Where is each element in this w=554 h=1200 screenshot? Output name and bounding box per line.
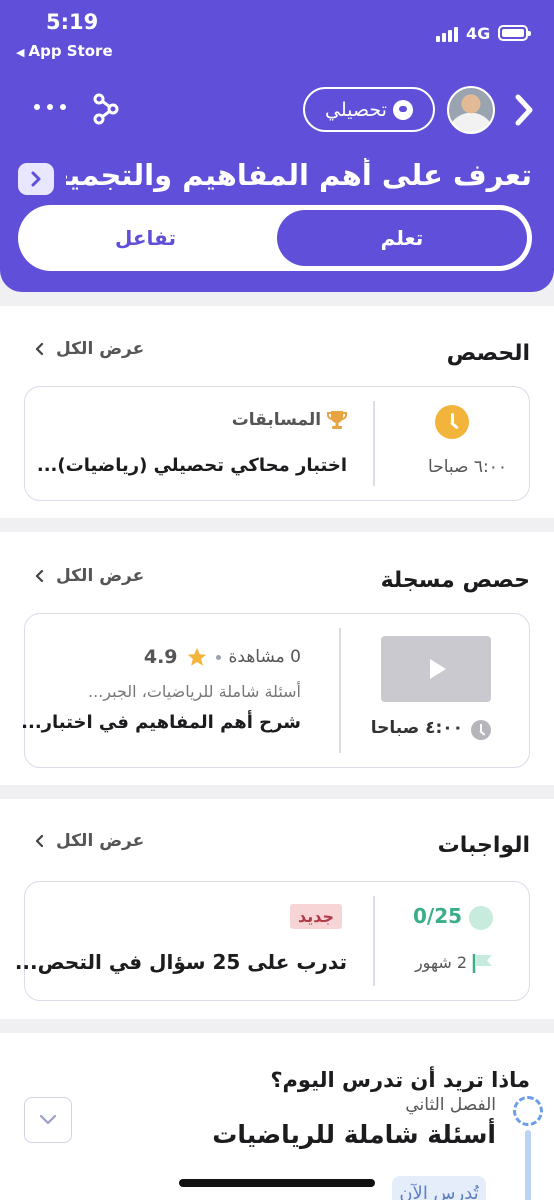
- recorded-time: ٤:٠٠ صباحا: [370, 718, 463, 738]
- classes-section: الحصص عرض الكل ٦:٠٠ صباحا المسابقات اختب…: [0, 306, 554, 518]
- class-time: ٦:٠٠ صباحا: [428, 457, 507, 477]
- class-card[interactable]: ٦:٠٠ صباحا المسابقات اختبار محاكي تحصيلي…: [24, 386, 530, 501]
- chevron-right-icon: [31, 171, 41, 187]
- back-triangle-icon: ◀: [16, 46, 25, 59]
- section-title: الواجبات: [437, 833, 530, 858]
- trophy-icon: [327, 411, 347, 429]
- tab-interact[interactable]: تفاعل: [18, 205, 273, 271]
- study-today-section: [0, 1033, 554, 1200]
- section-title: الحصص: [446, 341, 530, 366]
- video-thumbnail[interactable]: [381, 636, 491, 702]
- timeline-line: [525, 1130, 531, 1200]
- more-dot-icon: [47, 104, 53, 110]
- recorded-meta: 0 مشاهدة 4.9: [144, 646, 301, 668]
- class-category: المسابقات: [232, 409, 347, 431]
- clock-icon: [435, 405, 469, 439]
- network-type: 4G: [466, 24, 491, 43]
- views-count: 0 مشاهدة: [228, 647, 301, 667]
- play-icon: [430, 659, 446, 679]
- timeline-marker-icon: [513, 1096, 543, 1126]
- category-label: المسابقات: [231, 410, 322, 430]
- recorded-card[interactable]: ٤:٠٠ صباحا 0 مشاهدة 4.9 أسئلة شاملة للري…: [21, 613, 530, 768]
- header: 5:19 ◀ App Store 4G تحصيلي تعرف على أهم ا…: [0, 0, 554, 292]
- avatar[interactable]: [447, 86, 495, 134]
- tab-switcher: تفاعل تعلم: [18, 205, 532, 271]
- view-all-link[interactable]: عرض الكل: [34, 566, 144, 586]
- section-title: حصص مسجلة: [380, 568, 530, 593]
- back-to-app-store[interactable]: ◀ App Store: [16, 42, 113, 60]
- view-all-label: عرض الكل: [56, 831, 145, 851]
- progress-circle-icon: [469, 906, 493, 930]
- homework-name: تدرب على 25 سؤال في التحص...: [14, 950, 347, 974]
- back-chevron-icon[interactable]: [508, 92, 538, 128]
- subject-chip-label: تحصيلي: [325, 98, 387, 121]
- homework-section: الواجبات عرض الكل 0/25 2 شهور جديد تدرب …: [0, 799, 554, 1019]
- more-dot-icon: [60, 104, 66, 110]
- chevron-left-icon: [35, 570, 44, 582]
- view-all-link[interactable]: عرض الكل: [34, 831, 144, 851]
- recorded-section: حصص مسجلة عرض الكل ٤:٠٠ صباحا 0 مشاهدة 4…: [0, 532, 554, 785]
- chevron-down-icon: [39, 1114, 57, 1125]
- title-expand-button[interactable]: [18, 163, 54, 195]
- view-all-label: عرض الكل: [56, 566, 145, 586]
- back-app-label: App Store: [28, 42, 113, 60]
- collapse-button[interactable]: [24, 1097, 72, 1143]
- chevron-left-icon: [35, 343, 44, 355]
- recorded-course: أسئلة شاملة للرياضيات، الجبر...: [88, 682, 301, 701]
- divider: [339, 628, 341, 753]
- view-all-label: عرض الكل: [56, 339, 145, 359]
- signal-icon: [436, 26, 460, 42]
- chevron-left-icon: [35, 835, 44, 847]
- star-icon: [187, 647, 206, 666]
- flag-icon: [472, 954, 492, 973]
- study-subject: أسئلة شاملة للرياضيات: [212, 1120, 496, 1149]
- subject-chip[interactable]: تحصيلي: [303, 87, 435, 132]
- clock-icon: [471, 720, 491, 740]
- study-question: ماذا تريد أن تدرس اليوم؟: [270, 1068, 530, 1092]
- divider: [373, 896, 375, 986]
- studying-now-badge[interactable]: تُدرس الآن: [392, 1176, 486, 1200]
- divider: [373, 401, 375, 486]
- more-options-button[interactable]: [30, 92, 70, 122]
- new-badge: جديد: [290, 904, 343, 929]
- dot-separator-icon: [215, 654, 221, 660]
- homework-card[interactable]: 0/25 2 شهور جديد تدرب على 25 سؤال في الت…: [15, 881, 530, 1001]
- share-icon[interactable]: [90, 92, 120, 126]
- class-name: اختبار محاكي تحصيلي (رياضيات)...: [36, 455, 347, 476]
- battery-icon: [498, 25, 531, 41]
- view-all-link[interactable]: عرض الكل: [34, 339, 144, 359]
- more-dot-icon: [34, 104, 40, 110]
- home-indicator[interactable]: [179, 1179, 375, 1187]
- tab-learn[interactable]: تعلم: [277, 210, 527, 266]
- chat-bubble-icon: [392, 99, 413, 120]
- homework-progress: 0/25: [413, 904, 463, 928]
- rating-value: 4.9: [143, 646, 178, 668]
- status-time: 5:19: [46, 10, 99, 34]
- recorded-name: شرح أهم المفاهيم في اختبار...: [21, 712, 301, 733]
- homework-duration: 2 شهور: [414, 953, 467, 972]
- study-term: الفصل الثاني: [405, 1095, 496, 1115]
- page-title: تعرف على أهم المفاهيم والتجميعا...: [66, 158, 532, 192]
